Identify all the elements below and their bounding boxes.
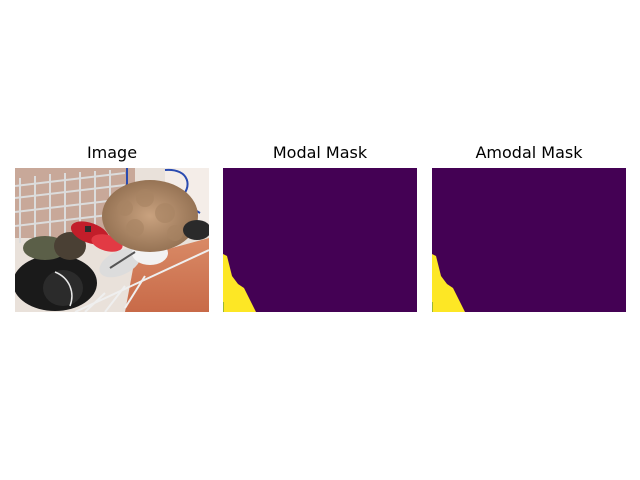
amodal-mask-panel-title: Amodal Mask <box>475 143 583 162</box>
modal-mask-panel <box>223 168 417 312</box>
modal-mask-panel-title: Modal Mask <box>272 143 368 162</box>
photo <box>15 168 209 312</box>
modal-mask-image <box>223 168 417 312</box>
amodal-mask-panel <box>432 168 626 312</box>
image-panel <box>15 168 209 312</box>
figure: Image Modal Mask Amodal Mask <box>0 0 640 480</box>
image-panel-title: Image <box>86 143 138 162</box>
amodal-mask-image <box>432 168 626 312</box>
